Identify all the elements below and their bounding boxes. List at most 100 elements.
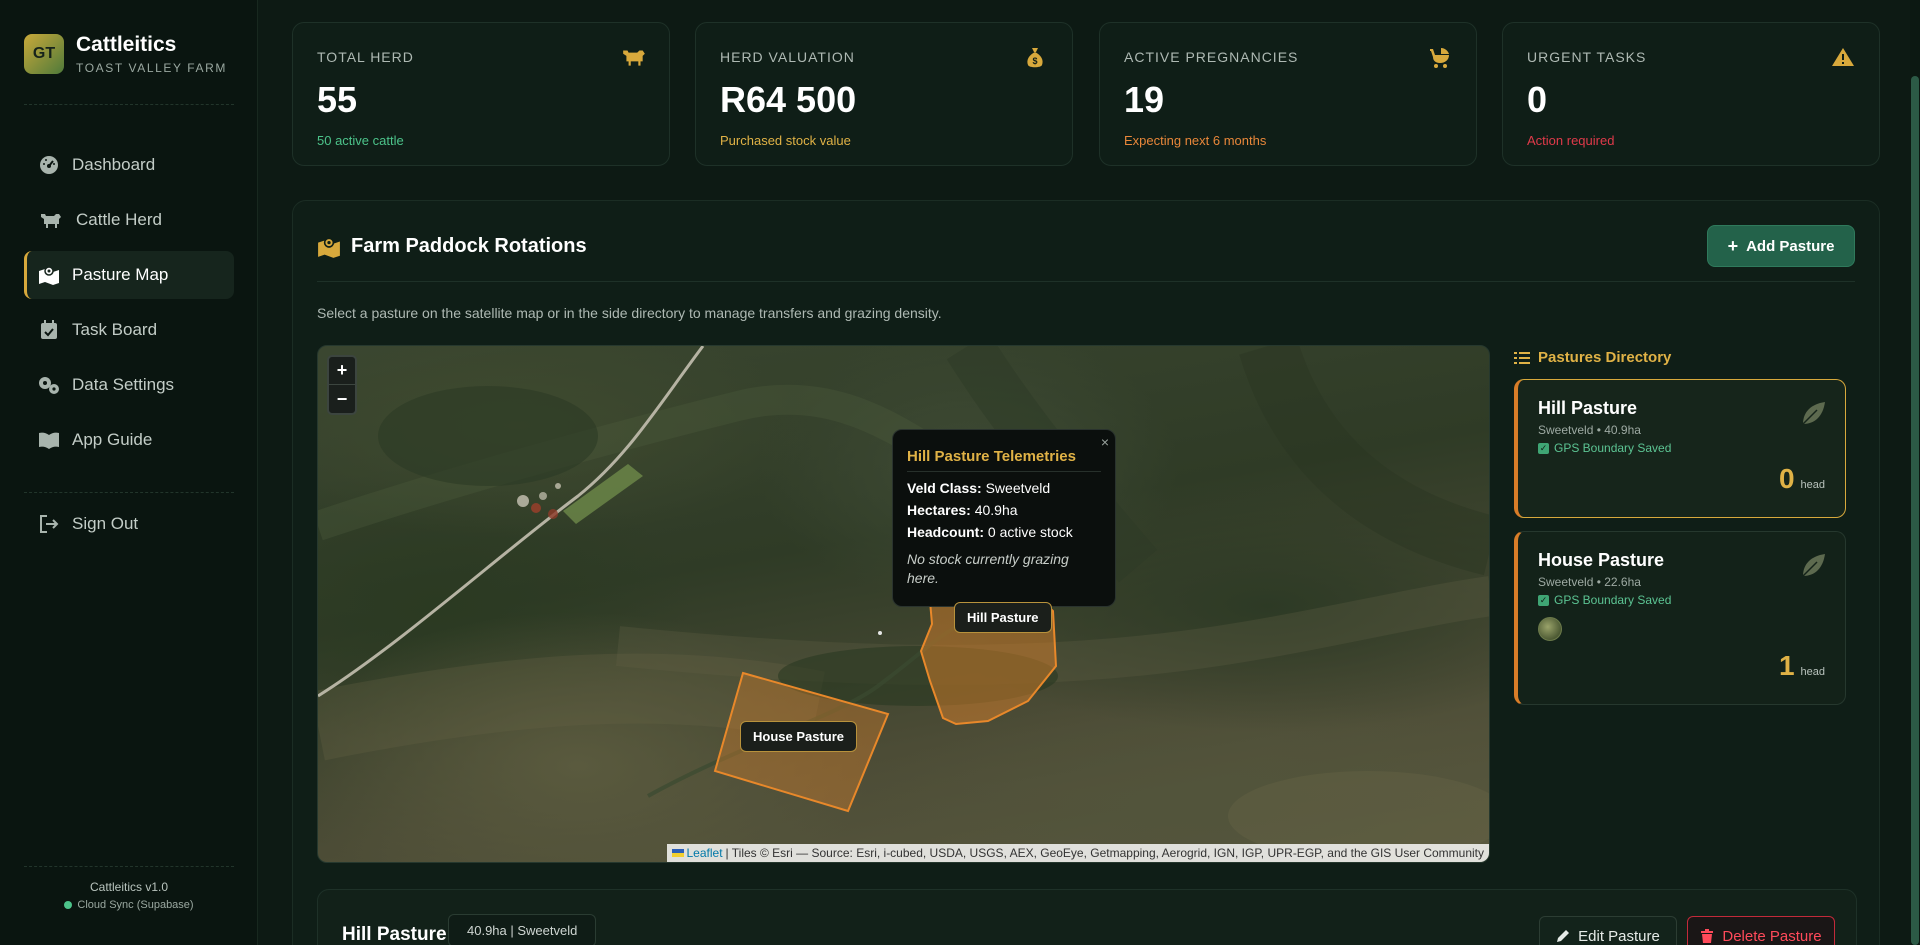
- popup-headcount-row: Headcount: 0 active stock: [907, 524, 1101, 540]
- brand-subtitle: TOAST VALLEY FARM: [76, 61, 228, 75]
- nav-label: Dashboard: [72, 155, 156, 174]
- stat-card-herd-valuation: HERD VALUATION R64 500 Purchased stock v…: [695, 22, 1073, 166]
- pastures-directory-title: Pastures Directory: [1514, 349, 1671, 366]
- sign-out-icon: [38, 513, 60, 535]
- plus-icon: +: [1727, 235, 1739, 256]
- stat-subtext: Expecting next 6 months: [1124, 133, 1267, 148]
- add-pasture-label: Add Pasture: [1746, 237, 1835, 255]
- panel-description: Select a pasture on the satellite map or…: [317, 305, 942, 321]
- popup-title: Hill Pasture Telemetries: [907, 448, 1101, 472]
- popup-veld-value: Sweetveld: [985, 480, 1051, 496]
- map-label-house-pasture[interactable]: House Pasture: [740, 721, 858, 752]
- brand[interactable]: GT Cattleitics TOAST VALLEY FARM: [24, 33, 227, 75]
- nav-label: Task Board: [72, 320, 158, 339]
- paddock-panel: Farm Paddock Rotations + Add Pasture Sel…: [292, 200, 1880, 945]
- attribution-text: | Tiles © Esri — Source: Esri, i-cubed, …: [725, 846, 1484, 860]
- head-count-value: 1: [1778, 650, 1795, 681]
- zoom-out-button[interactable]: −: [329, 385, 355, 413]
- head-count: 1 head: [1779, 650, 1825, 682]
- map-icon: [317, 236, 341, 258]
- leaflet-link[interactable]: Leaflet: [687, 846, 723, 860]
- map-attribution: Leaflet | Tiles © Esri — Source: Esri, i…: [666, 844, 1489, 862]
- stat-value: 19: [1124, 79, 1165, 120]
- stat-subtext: 50 active cattle: [317, 133, 404, 148]
- panel-title: Farm Paddock Rotations: [317, 235, 587, 258]
- pasture-name: House Pasture: [1538, 550, 1665, 570]
- gps-status-text: GPS Boundary Saved: [1554, 593, 1672, 607]
- sign-out-label: Sign Out: [72, 514, 139, 533]
- detail-pasture-name: Hill Pasture: [342, 924, 447, 945]
- pasture-card-house[interactable]: House Pasture Sweetveld • 22.6ha ✓ GPS B…: [1514, 531, 1846, 705]
- stat-subtext: Purchased stock value: [720, 133, 851, 148]
- sidebar-divider: [24, 104, 234, 105]
- svg-text:$: $: [1032, 56, 1037, 66]
- stat-label: TOTAL HERD: [317, 49, 414, 65]
- pasture-meta: Sweetveld • 22.6ha: [1538, 575, 1641, 589]
- pasture-card-hill[interactable]: Hill Pasture Sweetveld • 40.9ha ✓ GPS Bo…: [1514, 379, 1846, 518]
- popup-headcount-label: Headcount:: [907, 524, 984, 540]
- trash-icon: [1700, 929, 1714, 943]
- directory-title-text: Pastures Directory: [1538, 349, 1672, 366]
- sidebar-footer: Cattleitics v1.0 Cloud Sync (Supabase): [0, 880, 258, 911]
- cow-icon: [38, 209, 64, 231]
- zoom-in-button[interactable]: +: [329, 357, 355, 385]
- dashboard-gauge-icon: [38, 154, 60, 176]
- sync-status-text: Cloud Sync (Supabase): [77, 899, 194, 911]
- pasture-popup: × Hill Pasture Telemetries Veld Class: S…: [892, 429, 1116, 607]
- stat-label: ACTIVE PREGNANCIES: [1124, 49, 1299, 65]
- brand-name: Cattleitics: [76, 33, 177, 56]
- nav-label: Data Settings: [72, 375, 175, 394]
- satellite-map[interactable]: + − × Hill Pasture Telemetries Veld Clas…: [317, 345, 1490, 863]
- stat-card-total-herd: TOTAL HERD 55 50 active cattle: [292, 22, 670, 166]
- stat-label: URGENT TASKS: [1527, 49, 1647, 65]
- book-icon: [38, 429, 60, 451]
- sidebar-divider: [24, 866, 234, 867]
- check-icon: ✓: [1538, 442, 1549, 454]
- sidebar: GT Cattleitics TOAST VALLEY FARM Dashboa…: [0, 0, 258, 945]
- nav-item-data-settings[interactable]: Data Settings: [24, 361, 234, 409]
- warning-icon: [1831, 47, 1857, 69]
- head-count-label: head: [1800, 479, 1825, 491]
- stat-label: HERD VALUATION: [720, 49, 855, 65]
- leaf-icon: [1799, 552, 1827, 580]
- calendar-check-icon: [38, 319, 60, 341]
- app-version: Cattleitics v1.0: [89, 880, 169, 894]
- stat-card-urgent-tasks: URGENT TASKS 0 Action required: [1502, 22, 1880, 166]
- delete-pasture-button[interactable]: Delete Pasture: [1687, 916, 1835, 945]
- nav-item-task-board[interactable]: Task Board: [24, 306, 234, 354]
- sign-out-button[interactable]: Sign Out: [24, 500, 234, 548]
- map-label-hill-pasture[interactable]: Hill Pasture: [954, 602, 1052, 633]
- page-scrollbar-thumb[interactable]: [1911, 76, 1919, 945]
- nav-label: App Guide: [72, 430, 153, 449]
- sync-status-dot: [64, 901, 73, 909]
- pasture-name: Hill Pasture: [1538, 398, 1638, 418]
- edit-pasture-button[interactable]: Edit Pasture: [1539, 916, 1677, 945]
- detail-chip: 40.9ha | Sweetveld: [448, 914, 597, 945]
- head-count: 0 head: [1779, 463, 1825, 495]
- stat-value: 0: [1527, 79, 1548, 120]
- popup-headcount-value: 0 active stock: [987, 524, 1073, 540]
- popup-veld-label: Veld Class:: [907, 480, 982, 496]
- add-pasture-button[interactable]: + Add Pasture: [1707, 225, 1855, 267]
- sync-status: Cloud Sync (Supabase): [0, 899, 258, 911]
- list-icon: [1514, 351, 1530, 365]
- sidebar-divider: [24, 492, 234, 493]
- gears-icon: [38, 374, 60, 396]
- popup-close-icon[interactable]: ×: [1101, 434, 1109, 450]
- pasture-detail-bar: Hill Pasture 40.9ha | Sweetveld Edit Pas…: [317, 889, 1857, 945]
- main-nav: Dashboard Cattle Herd Pasture Map Task B…: [24, 141, 234, 471]
- map-zoom-control: + −: [327, 355, 357, 415]
- head-count-label: head: [1800, 666, 1825, 678]
- pencil-icon: [1556, 929, 1570, 943]
- nav-item-app-guide[interactable]: App Guide: [24, 416, 234, 464]
- popup-hectares-value: 40.9ha: [974, 502, 1018, 518]
- stat-value: 55: [317, 79, 358, 120]
- panel-divider: [317, 281, 1855, 282]
- nav-item-cattle-herd[interactable]: Cattle Herd: [24, 196, 234, 244]
- cattle-avatar[interactable]: [1538, 617, 1562, 641]
- nav-item-dashboard[interactable]: Dashboard: [24, 141, 234, 189]
- nav-label: Cattle Herd: [76, 210, 162, 229]
- nav-item-pasture-map[interactable]: Pasture Map: [24, 251, 234, 299]
- leaf-icon: [1799, 400, 1827, 428]
- popup-note: No stock currently grazing here.: [907, 551, 1069, 586]
